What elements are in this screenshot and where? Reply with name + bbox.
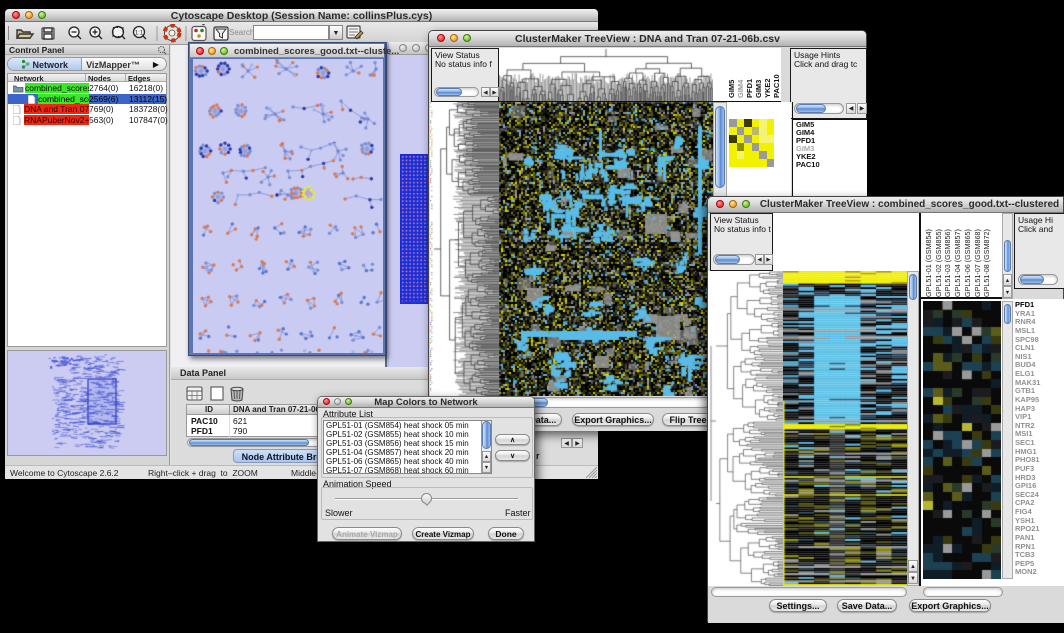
svg-text:1:1: 1:1 bbox=[135, 31, 144, 37]
